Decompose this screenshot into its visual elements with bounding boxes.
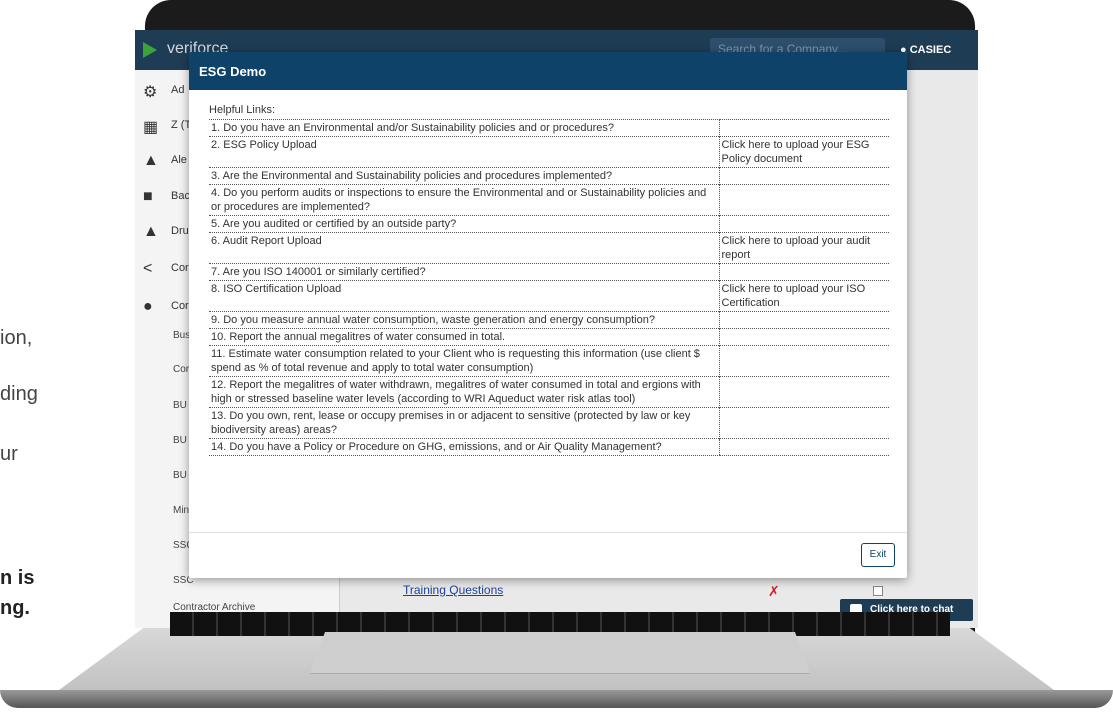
logo-icon xyxy=(143,42,157,58)
answer-cell[interactable] xyxy=(718,328,889,346)
status-x-icon: ✗ xyxy=(768,583,780,599)
answer-cell[interactable] xyxy=(718,167,889,185)
answer-cell[interactable] xyxy=(718,407,889,439)
answer-cell[interactable] xyxy=(718,215,889,233)
question-row: 2. ESG Policy Upload Click here to upload… xyxy=(209,136,889,168)
sidebar-subitem[interactable]: BU xyxy=(173,400,187,411)
questions-table: 1. Do you have an Environmental and/or S… xyxy=(209,119,889,456)
question-text: 12. Report the megalitres of water withd… xyxy=(209,376,719,408)
question-row: 14. Do you have a Policy or Procedure on… xyxy=(209,438,889,456)
question-text: 11. Estimate water consumption related t… xyxy=(209,345,719,377)
laptop-screen: veriforce Search for a Company... ● CASI… xyxy=(135,30,978,628)
sidebar-item-label: Cor xyxy=(171,300,189,312)
side-text-line: ng. xyxy=(0,597,30,619)
sidebar-subitem[interactable]: BU xyxy=(173,470,187,481)
sidebar-subitem[interactable]: Bus xyxy=(173,330,190,341)
modal-title: ESG Demo xyxy=(189,52,907,90)
answer-cell[interactable] xyxy=(718,376,889,408)
question-row: 13. Do you own, rent, lease or occupy pr… xyxy=(209,407,889,439)
question-row: 11. Estimate water consumption related t… xyxy=(209,345,889,377)
question-row: 6. Audit Report Upload Click here to uplo… xyxy=(209,232,889,264)
question-text: 7. Are you ISO 140001 or similarly certi… xyxy=(209,263,719,281)
question-row: 12. Report the megalitres of water withd… xyxy=(209,376,889,408)
side-text-line: ding xyxy=(0,383,38,405)
row-checkbox[interactable] xyxy=(873,586,883,596)
answer-cell[interactable] xyxy=(718,311,889,329)
trackpad xyxy=(310,632,810,674)
question-row: 1. Do you have an Environmental and/or S… xyxy=(209,119,889,137)
sidebar-item-label: Ad xyxy=(171,84,185,96)
exit-button[interactable]: Exit xyxy=(861,543,895,567)
sidebar-item-label: Dru xyxy=(171,225,189,237)
question-row: 9. Do you measure annual water consumpti… xyxy=(209,311,889,329)
sidebar-item-label: Ale xyxy=(171,154,187,166)
question-text: 5. Are you audited or certified by an ou… xyxy=(209,215,719,233)
helpful-links-label: Helpful Links: xyxy=(209,104,276,116)
modal-footer: Exit xyxy=(189,532,907,578)
laptop-mockup: ion, ding ur n is ng. veriforce Search f… xyxy=(0,0,1113,714)
question-text: 10. Report the annual megalitres of wate… xyxy=(209,328,719,346)
upload-link[interactable]: Click here to upload your audit report xyxy=(718,232,889,264)
sidebar-subitem[interactable]: Cor xyxy=(173,364,189,375)
door-icon: ■ xyxy=(143,188,153,205)
building-icon: ▦ xyxy=(143,119,159,136)
question-text: 13. Do you own, rent, lease or occupy pr… xyxy=(209,407,719,439)
question-row: 4. Do you perform audits or inspections … xyxy=(209,184,889,216)
question-text: 14. Do you have a Policy or Procedure on… xyxy=(209,438,719,456)
answer-cell[interactable] xyxy=(718,119,889,137)
answer-cell[interactable] xyxy=(718,263,889,281)
question-text: 2. ESG Policy Upload xyxy=(209,136,719,168)
question-text: 3. Are the Environmental and Sustainabil… xyxy=(209,167,719,185)
question-text: 4. Do you perform audits or inspections … xyxy=(209,184,719,216)
question-row: 3. Are the Environmental and Sustainabil… xyxy=(209,167,889,185)
question-text: 9. Do you measure annual water consumpti… xyxy=(209,311,719,329)
answer-cell[interactable] xyxy=(718,438,889,456)
gear-icon: ⚙ xyxy=(143,84,158,101)
answer-cell[interactable] xyxy=(718,184,889,216)
question-text: 6. Audit Report Upload xyxy=(209,232,719,264)
side-text-line: n is xyxy=(0,567,35,589)
question-row: 7. Are you ISO 140001 or similarly certi… xyxy=(209,263,889,281)
question-text: 1. Do you have an Environmental and/or S… xyxy=(209,119,719,137)
user-name: CASIEC xyxy=(909,44,952,56)
question-row: 10. Report the annual megalitres of wate… xyxy=(209,328,889,346)
upload-link[interactable]: Click here to upload your ESG Policy doc… xyxy=(718,136,889,168)
users-icon: ● xyxy=(143,298,153,315)
bell-icon: ▲ xyxy=(143,152,159,169)
user-menu[interactable]: ● CASIEC xyxy=(900,44,951,56)
sidebar-subitem[interactable]: BU xyxy=(173,435,187,446)
training-questions-link[interactable]: Training Questions xyxy=(403,583,503,597)
sidebar-item-label: Cor xyxy=(171,262,189,274)
question-row: 5. Are you audited or certified by an ou… xyxy=(209,215,889,233)
side-text-line: ion, xyxy=(0,327,33,349)
sidebar-subitem[interactable]: Min xyxy=(173,505,189,516)
laptop-edge xyxy=(0,690,1113,708)
answer-cell[interactable] xyxy=(718,345,889,377)
upload-link[interactable]: Click here to upload your ISO Certificat… xyxy=(718,280,889,312)
share-icon: < xyxy=(143,260,153,277)
question-row: 8. ISO Certification Upload Click here to… xyxy=(209,280,889,312)
esg-demo-modal: ESG Demo Helpful Links: 1. Do you have a… xyxy=(189,52,907,578)
question-text: 8. ISO Certification Upload xyxy=(209,280,719,312)
modal-body: Helpful Links: 1. Do you have an Environ… xyxy=(209,104,889,456)
side-text-line: ur xyxy=(0,443,18,465)
sidebar-item-label: Bac xyxy=(171,190,190,202)
person-icon: ▲ xyxy=(143,223,159,240)
